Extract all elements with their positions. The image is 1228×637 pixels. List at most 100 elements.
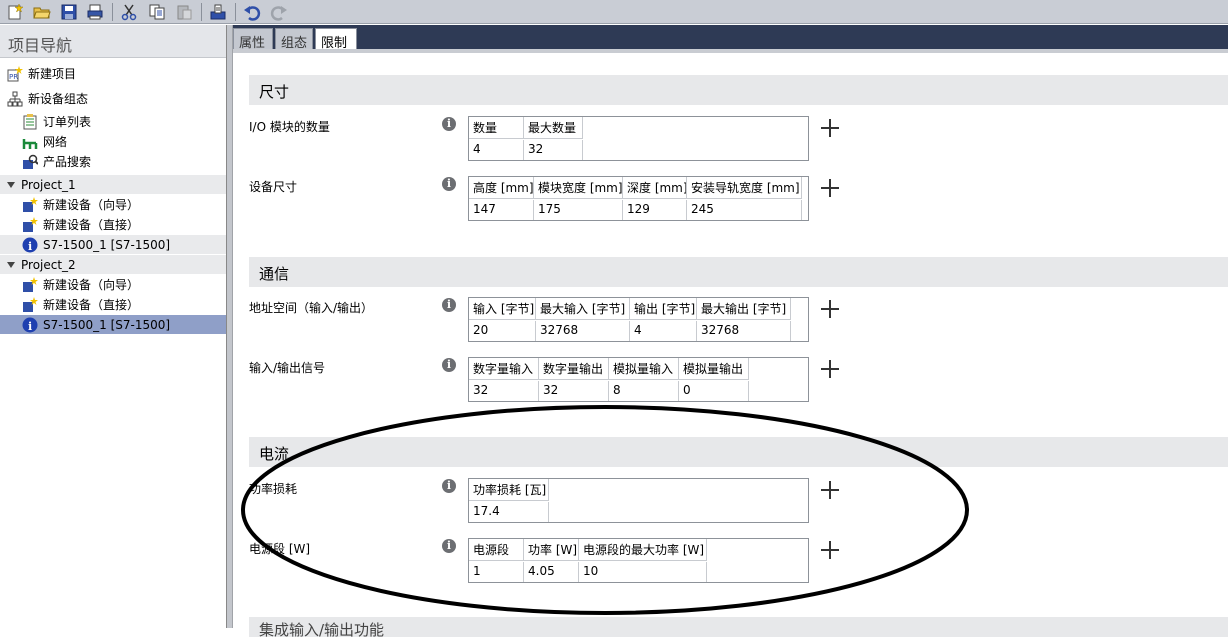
table-cell[interactable]: 17.4 — [469, 502, 549, 522]
table-cell[interactable]: 20 — [469, 321, 536, 341]
table-cell[interactable]: 0 — [679, 381, 749, 401]
order-list-icon — [22, 113, 38, 130]
table-header: 功率 [W] — [524, 539, 579, 560]
info-icon[interactable]: i — [442, 177, 456, 191]
panel-splitter[interactable] — [226, 25, 233, 628]
nav-item-new-device-wizard[interactable]: 新建设备（向导） — [0, 275, 226, 294]
table-cell[interactable]: 4 — [630, 321, 697, 341]
table-cell[interactable]: 175 — [534, 200, 623, 220]
nav-item-new-device-wizard[interactable]: 新建设备（向导） — [0, 195, 226, 214]
nav-item-label: 新建设备（向导） — [43, 198, 140, 212]
new-device-icon — [22, 216, 38, 233]
add-button[interactable] — [821, 360, 839, 378]
table-cell[interactable]: 1 — [469, 562, 524, 582]
new-device-icon — [22, 276, 38, 293]
add-button[interactable] — [821, 541, 839, 559]
table-header: 功率损耗 [瓦] — [469, 479, 549, 500]
section-communication: 通信 — [249, 257, 1228, 287]
table-cell[interactable]: 4 — [469, 140, 524, 160]
copy-icon[interactable] — [148, 3, 166, 21]
table-header: 高度 [mm] — [469, 177, 534, 198]
info-icon[interactable]: i — [442, 298, 456, 312]
table-header: 电源段 — [469, 539, 524, 560]
row-label-device-dimensions: 设备尺寸 — [249, 180, 298, 194]
nav-item-new-project[interactable]: PR 新建项目 — [0, 64, 226, 83]
nav-item-network[interactable]: 网络 — [0, 132, 226, 151]
nav-item-label: 新建项目 — [28, 67, 77, 81]
add-button[interactable] — [821, 481, 839, 499]
redo-icon[interactable] — [270, 3, 288, 21]
nav-item-product-search[interactable]: 产品搜索 — [0, 152, 226, 171]
nav-item-label: S7-1500_1 [S7-1500] — [43, 237, 171, 252]
table-header: 数字量输出 — [539, 358, 609, 379]
nav-panel-title: 项目导航 — [0, 25, 226, 58]
add-button[interactable] — [821, 179, 839, 197]
info-icon: i — [22, 317, 38, 333]
row-label-io-signals: 输入/输出信号 — [249, 361, 326, 375]
tab-configuration[interactable]: 组态 — [275, 28, 313, 51]
row-label-power-loss: 功率损耗 — [249, 482, 298, 496]
power-segment-table: 电源段 功率 [W] 电源段的最大功率 [W] 1 4.05 10 — [468, 538, 809, 583]
nav-item-project-1[interactable]: Project_1 — [0, 175, 226, 194]
table-header: 输入 [字节] — [469, 298, 536, 319]
table-header: 最大数量 — [524, 117, 583, 138]
add-button[interactable] — [821, 300, 839, 318]
row-label-address-space: 地址空间（输入/输出） — [249, 301, 374, 315]
tab-properties[interactable]: 属性 — [233, 28, 273, 51]
table-cell[interactable]: 32 — [524, 140, 583, 160]
info-icon[interactable]: i — [442, 539, 456, 553]
table-cell[interactable]: 32 — [469, 381, 539, 401]
table-cell[interactable]: 10 — [579, 562, 707, 582]
tab-limits[interactable]: 限制 — [315, 28, 357, 51]
info-icon[interactable]: i — [442, 479, 456, 493]
table-header: 数字量输入 — [469, 358, 539, 379]
nav-item-order-list[interactable]: 订单列表 — [0, 112, 226, 131]
nav-item-project-2[interactable]: Project_2 — [0, 255, 226, 274]
table-header: 输出 [字节] — [630, 298, 697, 319]
row-label-power-segment: 电源段 [W] — [249, 542, 311, 556]
compile-icon[interactable] — [209, 3, 227, 21]
print-icon[interactable] — [86, 3, 104, 21]
new-device-icon — [22, 296, 38, 313]
table-cell[interactable]: 245 — [687, 200, 802, 220]
undo-icon[interactable] — [243, 3, 261, 21]
nav-item-label: Project_1 — [21, 177, 76, 192]
nav-item-label: 新建设备（直接） — [43, 218, 140, 232]
section-current: 电流 — [249, 437, 1228, 467]
project-navigation-panel: 项目导航 PR 新建项目 新设备组态 订单列表 网络 产品搜索 Project_… — [0, 25, 226, 628]
svg-text:i: i — [28, 240, 32, 253]
info-icon[interactable]: i — [442, 358, 456, 372]
expand-triangle-icon[interactable] — [7, 261, 15, 268]
nav-item-new-device-direct[interactable]: 新建设备（直接） — [0, 215, 226, 234]
nav-item-label: 网络 — [43, 135, 68, 149]
open-project-icon[interactable] — [33, 3, 51, 21]
info-icon[interactable]: i — [442, 117, 456, 131]
new-project-icon[interactable] — [6, 3, 24, 21]
table-cell[interactable]: 4.05 — [524, 562, 579, 582]
table-cell[interactable]: 32768 — [536, 321, 630, 341]
table-cell[interactable]: 129 — [623, 200, 687, 220]
nav-item-device-config[interactable]: 新设备组态 — [0, 89, 226, 108]
nav-item-label: 新设备组态 — [28, 92, 89, 106]
nav-item-label: 新建设备（直接） — [43, 298, 140, 312]
save-icon[interactable] — [60, 3, 78, 21]
cut-icon[interactable] — [120, 3, 138, 21]
table-header: 深度 [mm] — [623, 177, 687, 198]
expand-triangle-icon[interactable] — [7, 181, 15, 188]
add-button[interactable] — [821, 119, 839, 137]
table-cell[interactable]: 32 — [539, 381, 609, 401]
table-cell[interactable]: 32768 — [697, 321, 791, 341]
nav-item-s7-1500-device[interactable]: i S7-1500_1 [S7-1500] — [0, 235, 226, 254]
product-search-icon — [22, 154, 38, 170]
table-header: 最大输出 [字节] — [697, 298, 791, 319]
section-integrated-io: 集成输入/输出功能 — [249, 617, 1228, 637]
io-module-count-table: 数量 最大数量 4 32 — [468, 116, 809, 161]
tab-bar: 属性 组态 限制 — [233, 25, 1228, 51]
table-cell[interactable]: 147 — [469, 200, 534, 220]
nav-item-s7-1500-device-selected[interactable]: i S7-1500_1 [S7-1500] — [0, 315, 226, 334]
table-cell[interactable]: 8 — [609, 381, 679, 401]
io-signals-table: 数字量输入 数字量输出 模拟量输入 模拟量输出 32 32 8 0 — [468, 357, 809, 402]
nav-item-new-device-direct[interactable]: 新建设备（直接） — [0, 295, 226, 314]
new-device-icon — [22, 196, 38, 213]
paste-icon[interactable] — [175, 3, 193, 21]
